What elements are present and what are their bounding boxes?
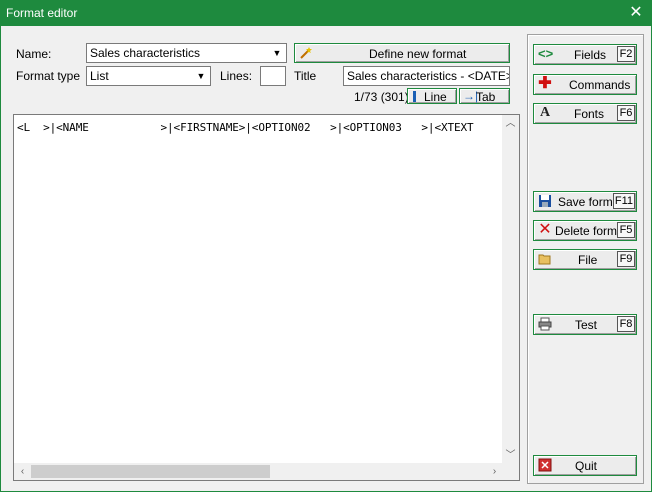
tab-button[interactable]: →| Tab xyxy=(459,88,510,104)
fields-label: Fields xyxy=(574,48,607,62)
vertical-scrollbar[interactable]: ︿ ﹀ xyxy=(502,115,519,464)
magic-wand-icon xyxy=(299,46,313,60)
window-title: Format editor xyxy=(6,6,78,20)
title-input[interactable]: Sales characteristics - <DATE> xyxy=(343,66,510,86)
scroll-right-icon[interactable]: › xyxy=(486,463,503,480)
folder-icon xyxy=(538,252,552,266)
format-type-value: List xyxy=(90,69,109,83)
scroll-up-icon[interactable]: ︿ xyxy=(502,115,519,132)
red-x-icon: ✕ xyxy=(538,221,552,238)
quit-label: Quit xyxy=(575,459,598,473)
chevron-down-icon[interactable]: ▼ xyxy=(193,68,209,84)
save-format-button[interactable]: Save format F11 xyxy=(533,191,637,212)
delete-format-shortcut: F5 xyxy=(617,222,635,238)
scroll-down-icon[interactable]: ﹀ xyxy=(502,447,519,464)
format-editor-window: Format editor ✕ Name: Sales characterist… xyxy=(0,0,652,492)
format-editor-area[interactable]: <L >|<NAME >|<FIRSTNAME>|<OPTION02 >|<OP… xyxy=(13,114,520,481)
fonts-label: Fonts xyxy=(574,107,605,121)
chevron-down-icon[interactable]: ▼ xyxy=(269,45,285,61)
save-format-shortcut: F11 xyxy=(612,193,635,209)
name-combo[interactable]: Sales characteristics ▼ xyxy=(86,43,287,63)
title-value: Sales characteristics - <DATE> xyxy=(347,69,510,83)
fonts-shortcut: F6 xyxy=(617,105,635,121)
quit-button[interactable]: Quit xyxy=(533,455,637,476)
scroll-left-icon[interactable]: ‹ xyxy=(14,463,31,480)
file-shortcut: F9 xyxy=(617,251,635,267)
format-type-combo[interactable]: List ▼ xyxy=(86,66,211,86)
define-new-format-button[interactable]: Define new format xyxy=(294,43,510,63)
format-definition-text[interactable]: <L >|<NAME >|<FIRSTNAME>|<OPTION02 >|<OP… xyxy=(17,121,474,134)
position-indicator: 1/73 (301) xyxy=(354,90,409,104)
title-label: Title xyxy=(294,69,317,83)
test-button[interactable]: Test F8 xyxy=(533,314,637,335)
fields-button[interactable]: <> Fields F2 xyxy=(533,44,637,65)
file-button[interactable]: File F9 xyxy=(533,249,637,270)
name-label: Name: xyxy=(16,47,52,61)
file-label: File xyxy=(578,253,598,267)
fonts-button[interactable]: A Fonts F6 xyxy=(533,103,637,124)
test-shortcut: F8 xyxy=(617,316,635,332)
horizontal-scrollbar[interactable]: ‹ › xyxy=(14,463,503,480)
tab-button-label: Tab xyxy=(476,90,496,104)
fields-shortcut: F2 xyxy=(617,46,635,62)
commands-label: Commands xyxy=(569,78,631,92)
floppy-disk-icon xyxy=(538,194,552,208)
line-button[interactable]: Line xyxy=(407,88,457,104)
close-icon[interactable]: ✕ xyxy=(621,1,651,26)
code-brackets-icon: <> xyxy=(538,46,554,61)
line-button-label: Line xyxy=(424,90,447,104)
exit-door-icon xyxy=(538,458,552,472)
red-plus-icon: ✚ xyxy=(538,75,552,92)
horizontal-scroll-thumb[interactable] xyxy=(31,465,270,478)
name-value: Sales characteristics xyxy=(90,46,201,60)
lines-label: Lines: xyxy=(220,69,253,83)
line-icon xyxy=(413,91,416,102)
format-type-label: Format type xyxy=(16,69,81,83)
commands-button[interactable]: ✚ Commands xyxy=(533,74,637,95)
delete-format-button[interactable]: ✕ Delete format F5 xyxy=(533,220,637,241)
font-a-icon: A xyxy=(539,105,551,120)
printer-icon xyxy=(538,317,552,331)
test-label: Test xyxy=(575,318,598,332)
scroll-corner xyxy=(502,463,519,480)
define-new-format-label: Define new format xyxy=(369,47,467,61)
lines-input[interactable] xyxy=(260,66,286,86)
title-bar: Format editor ✕ xyxy=(1,1,651,26)
